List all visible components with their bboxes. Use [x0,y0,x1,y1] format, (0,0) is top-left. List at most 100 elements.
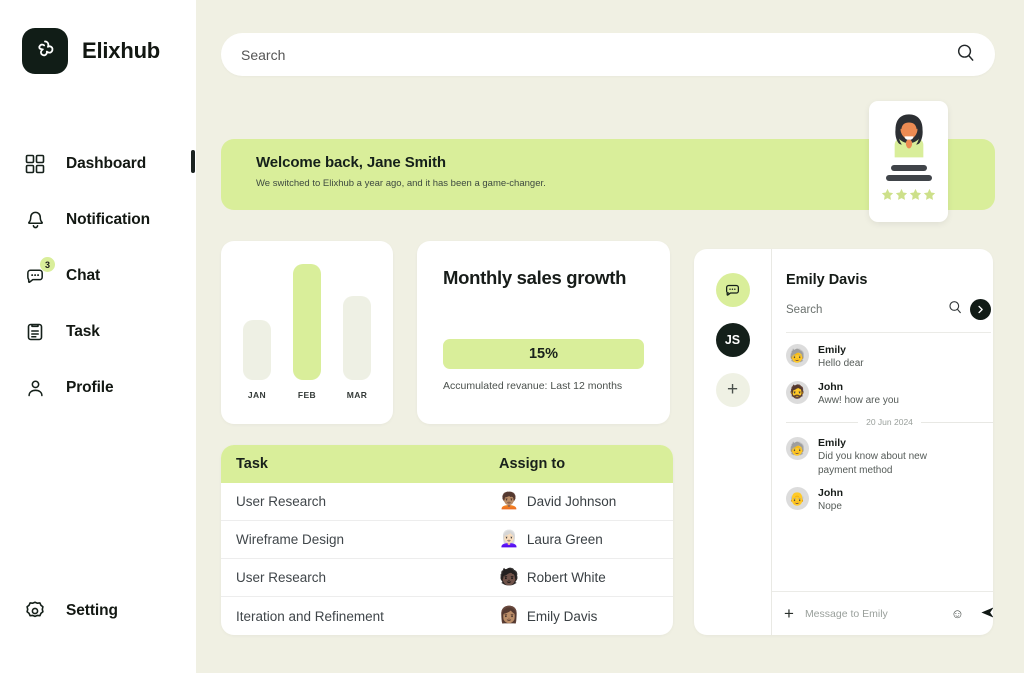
plus-icon[interactable]: + [784,604,794,624]
testimonial-text-bars [869,165,948,181]
monthly-bar-chart-card: JAN FEB MAR [221,241,393,424]
user-icon [22,375,48,401]
table-row[interactable]: Wireframe Design 👩🏻‍🦳 Laura Green [221,521,673,559]
message-input[interactable] [804,607,951,620]
sales-card-title: Monthly sales growth [443,267,627,288]
divider-line [920,421,993,423]
testimonial-card [869,101,948,222]
sidebar-item-dashboard[interactable]: Dashboard [0,136,196,192]
task-assignee: 🧑🏽‍🦱 David Johnson [499,492,616,510]
text-bar [890,165,927,171]
message-text: Hello dear [818,358,864,369]
search-input[interactable] [241,46,956,63]
chevron-right-icon[interactable] [970,299,991,320]
chat-messages: 🧓 Emily Hello dear 🧔 John Aww! how are y… [772,333,993,591]
main-content: Welcome back, Jane Smith We switched to … [196,0,1024,673]
global-search[interactable] [221,33,995,76]
brand-name: Elixhub [82,38,161,63]
send-icon[interactable] [980,605,993,623]
task-assignee: 👩🏻‍🦳 Laura Green [499,531,603,548]
list-item: 🧓 Emily Hello dear [786,344,993,371]
message-text: Did you know about new payment method [818,451,927,476]
sidebar-item-setting[interactable]: Setting [0,583,196,639]
search-icon[interactable] [948,300,962,319]
pinwheel-logo-icon [22,28,68,74]
chat-composer: + ☺ [772,591,993,635]
search-icon[interactable] [956,43,975,67]
sidebar-item-label: Task [66,323,100,340]
task-assignee: 👩🏽 Emily Davis [499,608,597,624]
plus-icon[interactable]: + [715,373,750,407]
divider-date: 20 Jun 2024 [866,417,913,427]
bar-chart-labels: JAN FEB MAR [221,390,393,400]
avatar: 👩🏽 [499,607,519,624]
divider-line [786,421,859,423]
message-text: Aww! how are you [818,394,899,406]
rating-stars [881,188,936,201]
chat-search[interactable] [786,299,991,333]
bar-label-feb: FEB [297,390,317,400]
chat-contact-name: Emily Davis [786,272,868,288]
bar-feb [293,264,321,380]
task-table-card: Task Assign to User Research 🧑🏽‍🦱 David … [221,445,673,635]
task-name: Iteration and Refinement [236,608,384,624]
chat-header: Emily Davis [772,249,993,333]
sidebar-item-label: Dashboard [66,155,147,172]
column-header-assign: Assign to [499,456,566,472]
chat-panel: JS + Emily Davis Search 🧓 Emily Hello de… [694,249,993,635]
monthly-sales-growth-card: Monthly sales growth 15% Accumulated rev… [417,241,670,424]
sidebar-item-label: Chat [66,267,101,284]
table-row[interactable]: User Research 🧑🏽‍🦱 David Johnson [221,483,673,521]
sidebar-item-chat[interactable]: 3 Chat [0,248,196,304]
avatar-js[interactable]: JS [715,323,750,357]
message-text: Nope [818,501,842,512]
sidebar-item-notification[interactable]: Notification [0,192,196,248]
avatar: 🧓 [786,437,809,460]
avatar: 🧑🏽‍🦱 [499,492,519,510]
sidebar-nav: Dashboard Notification 3 Chat Task Profi… [0,136,196,416]
sales-card-footnote: Accumulated revanue: Last 12 months [443,380,623,392]
task-assignee: 🧑🏿 Robert White [499,568,606,586]
task-name: User Research [236,570,327,585]
list-item: 👴 John Nope [786,487,993,514]
task-table-header: Task Assign to [221,445,673,483]
table-row[interactable]: User Research 🧑🏿 Robert White [221,559,673,597]
avatar: 🧑🏿 [499,568,519,586]
bar-mar [343,296,371,380]
list-item: 🧔 John Aww! how are you [786,380,993,408]
bar-label-jan: JAN [247,390,267,400]
assignee-name: Robert White [526,570,606,585]
message-sender: John [818,487,844,499]
chat-body: Emily Davis Search 🧓 Emily Hello dear 🧔 … [772,249,993,635]
bar-jan [243,319,271,380]
text-bar [885,175,932,181]
dashboard-app: Elixhub Dashboard Notification 3 Chat Ta… [0,0,1024,673]
message-sender: Emily [818,344,847,356]
sales-growth-value: 15% [443,339,644,369]
table-row[interactable]: Iteration and Refinement 👩🏽 Emily Davis [221,597,673,635]
message-sender: Emily [818,437,847,449]
message-sender: John [818,380,844,393]
chat-bubble-icon[interactable] [715,273,750,307]
sidebar-item-label: Profile [66,379,114,396]
grid-icon [22,151,48,177]
task-name: User Research [236,494,327,509]
brand[interactable]: Elixhub [0,0,196,74]
chat-search-input[interactable] [786,303,940,316]
sidebar-item-profile[interactable]: Profile [0,360,196,416]
avatar: 🧓 [786,344,809,367]
sidebar-item-task[interactable]: Task [0,304,196,360]
chat-bubble-icon: 3 [22,257,55,289]
bar-label-mar: MAR [346,390,368,400]
list-item: 🧓 Emily Did you know about new payment m… [786,437,993,477]
sidebar: Elixhub Dashboard Notification 3 Chat Ta… [0,0,196,673]
message-input-wrap[interactable]: ☺ [803,601,971,627]
bell-icon [22,207,48,233]
assignee-name: Emily Davis [526,608,598,624]
date-divider: 20 Jun 2024 [786,417,993,427]
woman-avatar-icon [894,114,923,158]
smiley-icon[interactable]: ☺ [951,606,964,621]
avatar: 🧔 [786,380,809,404]
clipboard-icon [22,319,48,345]
chat-rail: JS + [694,249,772,635]
